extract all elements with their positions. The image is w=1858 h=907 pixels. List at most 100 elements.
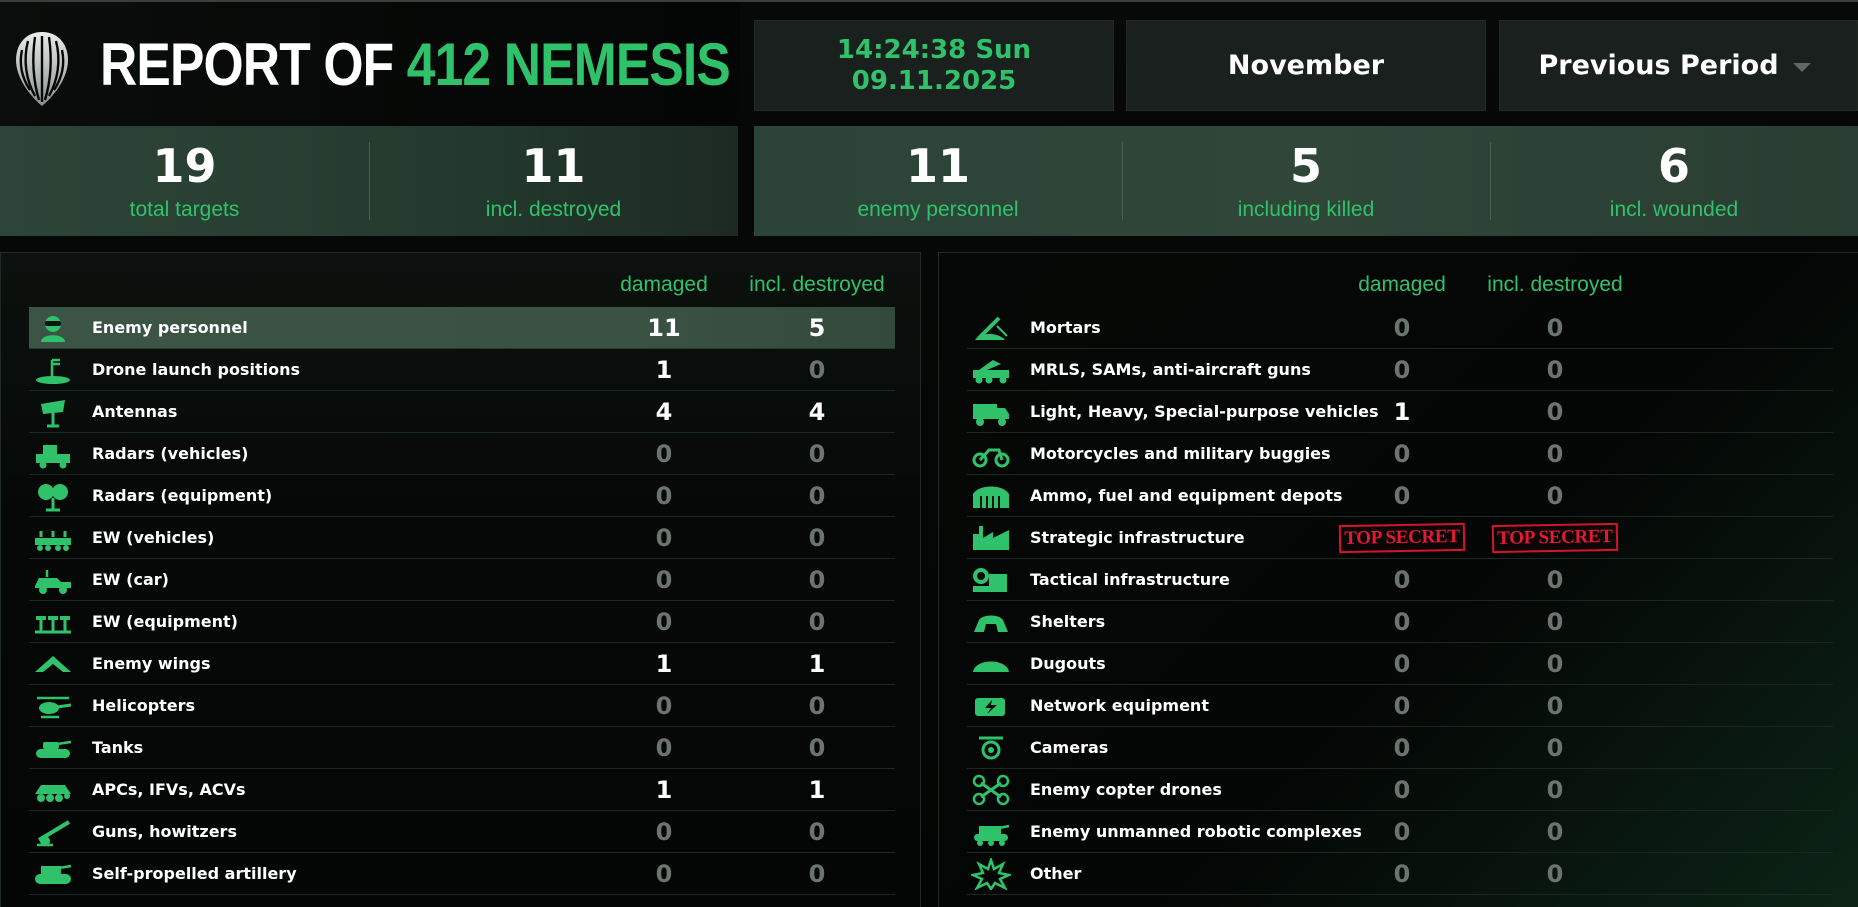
table-row[interactable]: EW (equipment) 0 0 xyxy=(29,601,895,643)
destroyed-count: 0 xyxy=(1546,313,1564,342)
stat-label: incl. destroyed xyxy=(485,198,622,221)
table-row[interactable]: Cameras 0 0 xyxy=(967,727,1833,769)
table-row[interactable]: EW (car) 0 0 xyxy=(29,559,895,601)
table-row[interactable]: Radars (equipment) 0 0 xyxy=(29,475,895,517)
table-row[interactable]: Enemy unmanned robotic complexes 0 0 xyxy=(967,811,1833,853)
row-label: Shelters xyxy=(1030,612,1106,631)
report-title: REPORT OF 412 NEMESIS xyxy=(100,28,731,102)
apc-icon xyxy=(33,774,73,806)
left-table-panel: damaged incl. destroyed Enemy personnel 1… xyxy=(0,252,921,907)
shelter-icon xyxy=(971,606,1011,638)
row-label: Enemy unmanned robotic complexes xyxy=(1030,822,1362,841)
summary-personnel: 11 enemy personnel 5 including killed 6 incl.… xyxy=(754,126,1858,236)
damaged-count: 1 xyxy=(655,775,673,804)
helicopter-icon xyxy=(33,690,73,722)
table-row[interactable]: APCs, IFVs, ACVs 1 1 xyxy=(29,769,895,811)
destroyed-count: 1 xyxy=(808,775,826,804)
table-row[interactable]: Tanks 0 0 xyxy=(29,727,895,769)
destroyed-count: 0 xyxy=(1546,355,1564,384)
row-label: Drone launch positions xyxy=(92,360,300,379)
top-secret-stamp: TOP SECRET xyxy=(1338,522,1466,554)
destroyed-count: 0 xyxy=(808,439,826,468)
destroyed-count: 0 xyxy=(808,523,826,552)
table-row[interactable]: Radars (vehicles) 0 0 xyxy=(29,433,895,475)
row-label: EW (equipment) xyxy=(92,612,238,631)
table-row[interactable]: Guns, howitzers 0 0 xyxy=(29,811,895,853)
destroyed-count: 4 xyxy=(808,397,826,426)
row-label: Tactical infrastructure xyxy=(1030,570,1230,589)
chevron-down-icon[interactable] xyxy=(1793,63,1811,72)
antenna-icon xyxy=(33,396,73,428)
row-label: Helicopters xyxy=(92,696,196,715)
table-row[interactable]: Shelters 0 0 xyxy=(967,601,1833,643)
destroyed-count: 0 xyxy=(1546,817,1564,846)
soldier-icon xyxy=(33,312,73,344)
destroyed-count: 0 xyxy=(808,607,826,636)
damaged-count: 0 xyxy=(1393,481,1411,510)
table-row[interactable]: Self-propelled artillery 0 0 xyxy=(29,853,895,895)
summary-stat: 6 incl. wounded xyxy=(1490,126,1858,236)
destroyed-count: 0 xyxy=(1546,397,1564,426)
damaged-count: 0 xyxy=(1393,607,1411,636)
destroyed-count: 0 xyxy=(1546,649,1564,678)
table-row[interactable]: Light, Heavy, Special-purpose vehicles 1 0 xyxy=(967,391,1833,433)
drone-launch-icon xyxy=(33,354,73,386)
table-row[interactable]: Ammo, fuel and equipment depots 0 0 xyxy=(967,475,1833,517)
row-label: Other xyxy=(1030,864,1082,883)
table-row[interactable]: MRLS, SAMs, anti-aircraft guns 0 0 xyxy=(967,349,1833,391)
table-row[interactable]: Enemy personnel 11 5 xyxy=(29,307,895,349)
table-row[interactable]: Tactical infrastructure 0 0 xyxy=(967,559,1833,601)
truck-icon xyxy=(971,396,1011,428)
ew-car-icon xyxy=(33,564,73,596)
destroyed-count: 0 xyxy=(808,355,826,384)
factory-icon xyxy=(971,522,1011,554)
row-label: Cameras xyxy=(1030,738,1109,757)
column-header-destroyed: incl. destroyed xyxy=(1487,273,1623,296)
radar-equipment-icon xyxy=(33,480,73,512)
destroyed-count: 0 xyxy=(1546,481,1564,510)
summary-stat: 5 including killed xyxy=(1122,126,1490,236)
stat-label: enemy personnel xyxy=(857,198,1019,221)
row-label: APCs, IFVs, ACVs xyxy=(92,780,246,799)
title-unit: 412 NEMESIS xyxy=(406,31,731,98)
stat-value: 6 xyxy=(1657,139,1690,193)
destroyed-count: 0 xyxy=(808,859,826,888)
table-row[interactable]: Mortars 0 0 xyxy=(967,307,1833,349)
top-secret-stamp: TOP SECRET xyxy=(1491,522,1619,554)
howitzer-icon xyxy=(33,816,73,848)
copter-drone-icon xyxy=(971,774,1011,806)
damaged-count: 0 xyxy=(1393,355,1411,384)
stat-label: including killed xyxy=(1237,198,1375,221)
table-row[interactable]: Strategic infrastructure TOP SECRET TOP SE… xyxy=(967,517,1833,559)
table-row[interactable]: Helicopters 0 0 xyxy=(29,685,895,727)
table-row[interactable]: Enemy wings 1 1 xyxy=(29,643,895,685)
summary-stat: 11 enemy personnel xyxy=(754,126,1122,236)
current-date: 09.11.2025 xyxy=(851,65,1017,96)
table-row[interactable]: Antennas 4 4 xyxy=(29,391,895,433)
row-label: Self-propelled artillery xyxy=(92,864,297,883)
table-row[interactable]: Motorcycles and military buggies 0 0 xyxy=(967,433,1833,475)
right-table-panel: damaged incl. destroyed Mortars 0 0 MRLS, S… xyxy=(938,252,1858,907)
table-row[interactable]: Drone launch positions 1 0 xyxy=(29,349,895,391)
table-row[interactable]: Enemy copter drones 0 0 xyxy=(967,769,1833,811)
network-icon xyxy=(971,690,1011,722)
table-row[interactable]: Other 0 0 xyxy=(967,853,1833,895)
month-selector[interactable]: November xyxy=(1126,20,1486,111)
ew-equipment-icon xyxy=(33,606,73,638)
table-row[interactable]: Network equipment 0 0 xyxy=(967,685,1833,727)
camera-icon xyxy=(971,732,1011,764)
destroyed-count: 0 xyxy=(1546,733,1564,762)
spg-icon xyxy=(33,858,73,890)
row-label: Light, Heavy, Special-purpose vehicles xyxy=(1030,402,1379,421)
damaged-count: 1 xyxy=(655,355,673,384)
period-dropdown[interactable]: Previous Period xyxy=(1499,20,1858,111)
table-row[interactable]: EW (vehicles) 0 0 xyxy=(29,517,895,559)
ew-vehicle-icon xyxy=(33,522,73,554)
destroyed-count: 0 xyxy=(1546,775,1564,804)
table-row[interactable]: Dugouts 0 0 xyxy=(967,643,1833,685)
mlrs-icon xyxy=(971,354,1011,386)
explosion-icon xyxy=(971,858,1011,890)
summary-stat: 11 incl. destroyed xyxy=(369,126,738,236)
row-label: EW (vehicles) xyxy=(92,528,215,547)
damaged-count: 0 xyxy=(655,481,673,510)
